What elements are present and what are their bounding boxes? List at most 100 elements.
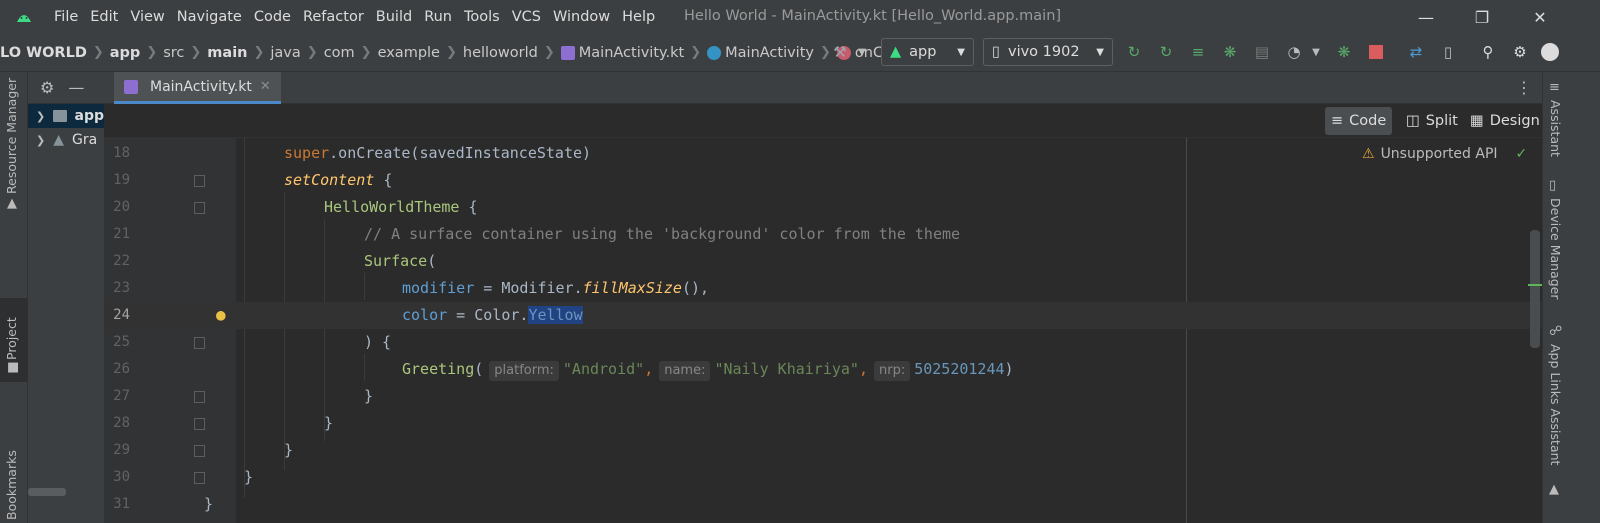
minimize-button[interactable]: —	[1398, 0, 1454, 34]
breadcrumb-class[interactable]: MainActivity	[725, 45, 814, 61]
sync-project-icon[interactable]: ⇄	[1406, 42, 1426, 62]
run-config-label: app	[909, 44, 937, 60]
apply-code-changes-icon[interactable]: ↻	[1156, 42, 1176, 62]
tool-assistant[interactable]: Assistant	[1548, 100, 1563, 157]
chevron-down-icon[interactable]: ▼	[1306, 42, 1326, 62]
hammer-icon[interactable]: ⚒	[830, 42, 850, 62]
settings-icon[interactable]: ⚙	[1510, 42, 1530, 62]
line-number: 19	[113, 172, 130, 188]
code-line-21: 21 // A surface container using the 'bac…	[104, 221, 1542, 248]
fold-marker-icon[interactable]	[194, 337, 205, 349]
menu-view[interactable]: View	[124, 9, 170, 25]
run-config-select[interactable]: ▲ app ▼	[881, 38, 974, 66]
menu-tools[interactable]: Tools	[458, 9, 506, 25]
tree-item-label: Gra	[72, 132, 98, 148]
breadcrumb-main[interactable]: main	[207, 45, 247, 61]
breadcrumb-app[interactable]: app	[110, 45, 141, 61]
code-line-23: 23 modifier = Modifier.fillMaxSize(),	[104, 275, 1542, 302]
left-tool-strip: Resource Manager ▲ Project ■ Bookmarks	[0, 72, 28, 523]
fold-marker-icon[interactable]	[194, 391, 205, 403]
chevron-right-icon: ❯	[36, 109, 46, 123]
more-options-icon[interactable]: ⋮	[1516, 78, 1532, 97]
android-icon: ▲	[890, 44, 902, 60]
close-button[interactable]: ✕	[1512, 0, 1568, 34]
inspection-widget[interactable]: ⚠ Unsupported API ✓	[1362, 146, 1527, 162]
kotlin-file-icon	[560, 45, 575, 60]
param-hint-name: name:	[659, 361, 711, 381]
horizontal-scrollbar[interactable]	[28, 488, 66, 496]
gradle-icon[interactable]: ▲	[1549, 482, 1559, 497]
navigation-bar: LO WORLD ❯ app ❯ src ❯ main ❯ java ❯ com ❯ exa…	[0, 34, 1600, 72]
tool-resource-manager[interactable]: Resource Manager	[4, 78, 19, 194]
chevron-down-icon[interactable]: ▼	[852, 42, 872, 62]
avatar[interactable]	[1540, 42, 1560, 62]
tool-project-label: Project	[4, 317, 19, 360]
tool-project-tab[interactable]: Project ■	[0, 298, 28, 382]
stop-icon[interactable]	[1366, 42, 1386, 62]
tree-item-gradle[interactable]: ❯ ▲ Gra	[28, 128, 104, 152]
device-select[interactable]: ▯ vivo 1902 ▼	[983, 38, 1113, 66]
project-panel-header: ⚙ —	[28, 72, 104, 104]
menu-run[interactable]: Run	[418, 9, 458, 25]
mode-split-button[interactable]: ◫ Split	[1400, 107, 1464, 135]
device-manager-icon[interactable]: ▯	[1438, 42, 1458, 62]
code-editor[interactable]: 18 super.onCreate(savedInstanceState) 19…	[104, 138, 1542, 523]
menu-edit[interactable]: Edit	[84, 9, 124, 25]
lightbulb-icon[interactable]: ●	[216, 305, 226, 324]
attach-icon[interactable]: ▤	[1252, 42, 1272, 62]
tool-app-links-assistant[interactable]: App Links Assistant	[1548, 344, 1563, 465]
fold-marker-icon[interactable]	[194, 472, 205, 484]
breadcrumb-src[interactable]: src	[163, 45, 184, 61]
tab-label: MainActivity.kt	[150, 78, 252, 95]
breadcrumb-com[interactable]: com	[324, 45, 355, 61]
breadcrumb-java[interactable]: java	[270, 45, 300, 61]
apply-changes-restart-icon[interactable]: ↻	[1124, 42, 1144, 62]
mode-code-button[interactable]: ≡ Code	[1325, 107, 1393, 135]
fold-marker-icon[interactable]	[194, 418, 205, 430]
chevron-down-icon: ▼	[1096, 46, 1104, 58]
phone-icon: ▯	[992, 44, 1000, 60]
menu-build[interactable]: Build	[370, 9, 418, 25]
close-icon[interactable]: ✕	[260, 79, 271, 94]
menu-vcs[interactable]: VCS	[506, 9, 547, 25]
mode-design-button[interactable]: ▦ Design	[1464, 107, 1546, 135]
search-icon[interactable]: ⚲	[1478, 42, 1498, 62]
fold-marker-icon[interactable]	[194, 175, 205, 187]
vertical-scrollbar[interactable]	[1530, 230, 1540, 348]
attach-debugger-icon[interactable]: ❋	[1334, 42, 1354, 62]
gear-icon[interactable]: ⚙	[40, 78, 54, 97]
fold-marker-icon[interactable]	[194, 202, 205, 214]
menu-refactor[interactable]: Refactor	[297, 9, 370, 25]
code-line-29: 29 }	[104, 437, 1542, 464]
tree-item-app[interactable]: ❯ app	[28, 104, 104, 128]
maximize-button[interactable]: ❐	[1454, 0, 1510, 34]
tab-mainactivity[interactable]: MainActivity.kt ✕	[114, 72, 281, 104]
menu-file[interactable]: File	[48, 9, 84, 25]
editor-mode-bar: ≡ Code ◫ Split ▦ Design	[104, 104, 1542, 138]
editor-tab-bar: MainActivity.kt ✕ ⋮	[104, 72, 1542, 104]
class-icon	[707, 45, 722, 60]
breadcrumb-helloworld[interactable]: helloworld	[463, 45, 538, 61]
menu-navigate[interactable]: Navigate	[171, 9, 248, 25]
param-hint-nrp: nrp:	[874, 361, 911, 381]
menu-code[interactable]: Code	[248, 9, 297, 25]
profile-icon[interactable]: ◔	[1284, 42, 1304, 62]
list-icon[interactable]: ≡	[1188, 42, 1208, 62]
device-manager-icon: ▯	[1549, 178, 1557, 193]
breadcrumb-project[interactable]: LO WORLD	[0, 45, 87, 61]
code-line-19: 19 setContent {	[104, 167, 1542, 194]
hide-panel-icon[interactable]: —	[68, 78, 84, 97]
title-bar: File Edit View Navigate Code Refactor Build Run…	[0, 0, 1600, 34]
debug-icon[interactable]: ❋	[1220, 42, 1240, 62]
resource-manager-icon: ▲	[7, 196, 17, 211]
fold-marker-icon[interactable]	[194, 445, 205, 457]
breadcrumb: LO WORLD ❯ app ❯ src ❯ main ❯ java ❯ com ❯ exa…	[0, 45, 921, 61]
breadcrumb-file[interactable]: MainActivity.kt	[579, 45, 684, 61]
code-line-26: 26 Greeting(platform: "Android", name: "Nai…	[104, 356, 1542, 383]
tool-bookmarks[interactable]: Bookmarks	[4, 450, 19, 520]
tool-device-manager[interactable]: Device Manager	[1548, 198, 1563, 300]
breadcrumb-example[interactable]: example	[378, 45, 440, 61]
menu-window[interactable]: Window	[547, 9, 616, 25]
menu-help[interactable]: Help	[616, 9, 661, 25]
line-number: 21	[113, 226, 130, 242]
